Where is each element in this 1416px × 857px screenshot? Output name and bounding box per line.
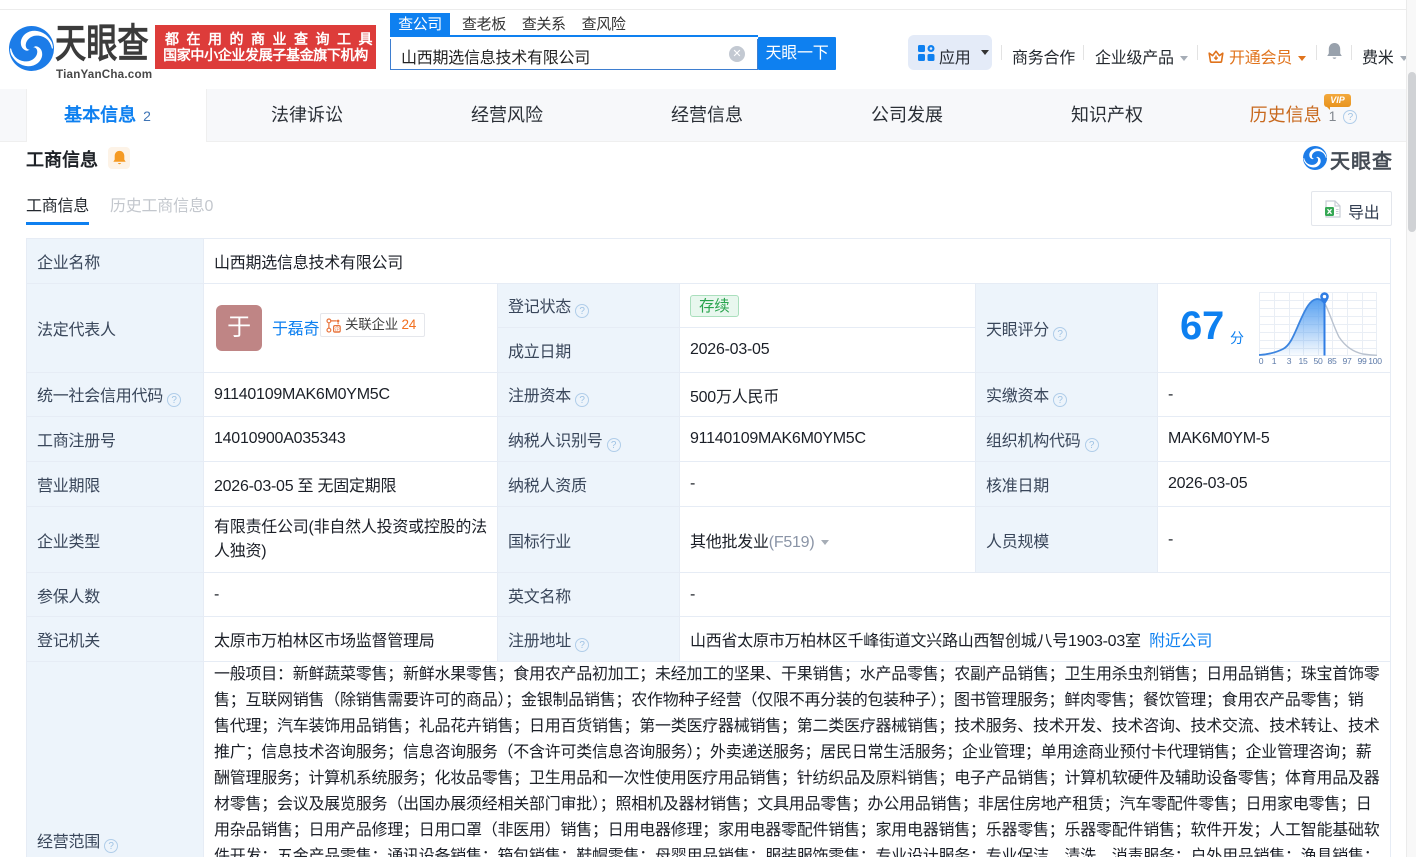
svg-text:99: 99 [1357,356,1367,366]
svg-text:50: 50 [1313,356,1323,366]
svg-text:企: 企 [334,325,340,333]
svg-text:100: 100 [1368,356,1382,366]
svg-text:15: 15 [1298,356,1308,366]
svg-text:85: 85 [1327,356,1337,366]
svg-text:97: 97 [1342,356,1352,366]
svg-text:0: 0 [1259,356,1264,366]
svg-text:3: 3 [1287,356,1292,366]
svg-text:1: 1 [1272,356,1277,366]
